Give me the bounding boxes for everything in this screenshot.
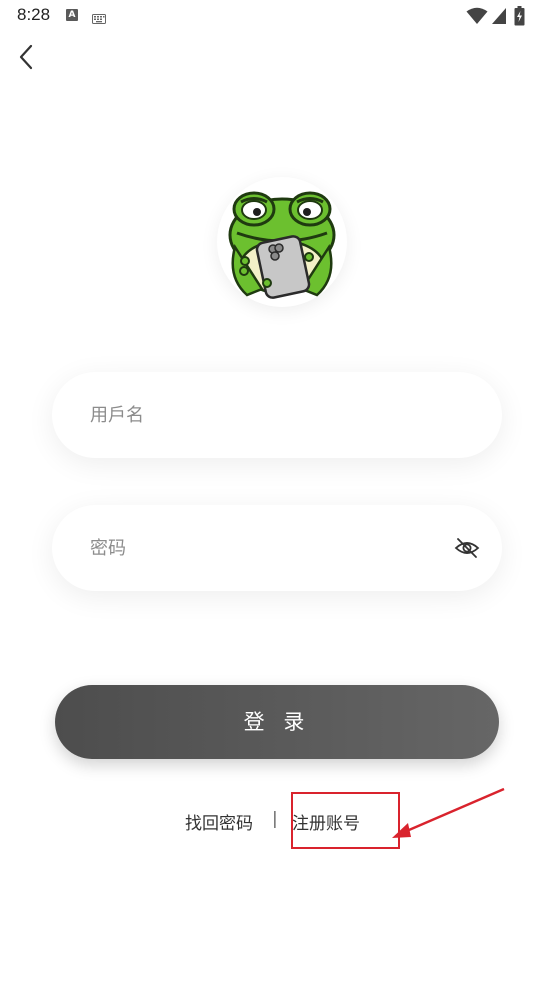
chevron-left-icon bbox=[19, 44, 33, 70]
signal-icon bbox=[492, 8, 506, 24]
username-field-container bbox=[52, 372, 502, 458]
status-bar: 8:28 A bbox=[0, 0, 554, 32]
a-notification-icon: A bbox=[66, 9, 78, 21]
password-input[interactable] bbox=[90, 505, 430, 591]
eye-off-icon bbox=[454, 538, 480, 558]
annotation-arrow bbox=[392, 787, 505, 838]
wifi-icon bbox=[466, 7, 488, 24]
login-button[interactable]: 登 录 bbox=[55, 685, 499, 759]
keyboard-icon bbox=[92, 9, 106, 28]
app-logo bbox=[217, 177, 347, 307]
username-input[interactable] bbox=[90, 372, 430, 458]
link-separator: | bbox=[272, 809, 278, 829]
status-time: 8:28 bbox=[17, 5, 51, 24]
back-button[interactable] bbox=[10, 38, 46, 78]
status-right-icons bbox=[466, 6, 536, 26]
forgot-password-link[interactable]: 找回密码 bbox=[185, 809, 253, 834]
battery-icon bbox=[514, 6, 525, 26]
password-field-container bbox=[52, 505, 502, 591]
password-visibility-toggle[interactable] bbox=[454, 536, 480, 560]
frog-mascot-logo bbox=[228, 191, 336, 299]
